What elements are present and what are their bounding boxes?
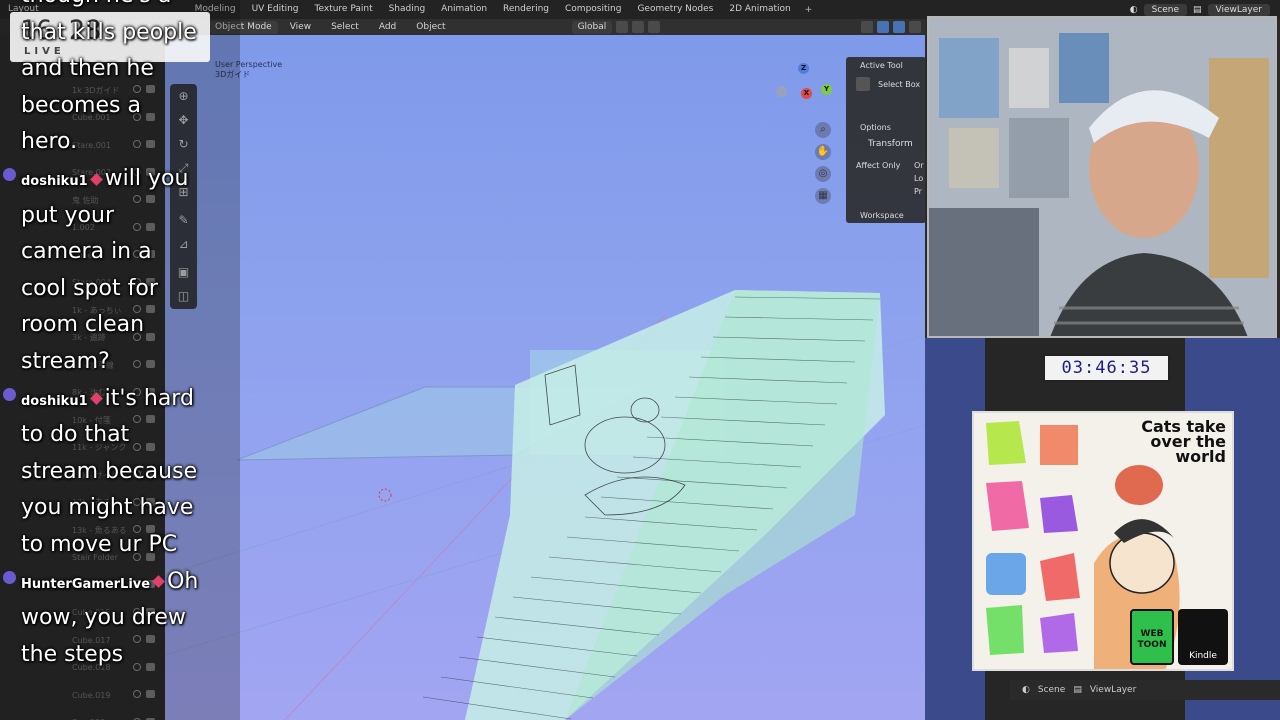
options-header[interactable]: Options (860, 123, 891, 132)
affect-locations-checkbox[interactable]: Lo (914, 174, 923, 183)
stream-timer: 03:46:35 (1043, 354, 1170, 382)
kindle-logo: Kindle (1178, 609, 1228, 665)
chat-line: though he's a (21, 0, 171, 8)
transform-header[interactable]: Transform (868, 139, 913, 149)
user-badge-icon (3, 387, 16, 401)
menu-object[interactable]: Object (408, 22, 453, 32)
sidebar-n-panel: Active Tool Select Box Options Transform… (846, 57, 926, 223)
workspace-header[interactable]: Workspace (860, 211, 904, 220)
heart-icon (89, 172, 103, 186)
gizmo-y-axis[interactable]: Y (821, 84, 832, 95)
chat-line: becomes a (21, 92, 141, 118)
chat-username[interactable]: doshiku1 (21, 174, 88, 189)
chat-username[interactable]: HunterGamerLive (21, 577, 150, 592)
chat-username[interactable]: doshiku1 (21, 394, 88, 409)
gizmo-x-axis[interactable]: X (801, 88, 812, 99)
user-badge-icon (3, 168, 16, 181)
3d-viewport[interactable]: User Perspective 3Dガイド (165, 35, 925, 720)
scene-name-field[interactable]: Scene (1143, 3, 1188, 16)
tab-compositing[interactable]: Compositing (557, 0, 629, 19)
affect-only-label: Affect Only (856, 161, 901, 170)
webcam-image (929, 18, 1275, 336)
chat-line: that kills people (21, 19, 197, 45)
tab-geometry-nodes[interactable]: Geometry Nodes (629, 0, 721, 19)
tab-rendering[interactable]: Rendering (495, 0, 557, 19)
scene-bar: ◐ Scene ▤ ViewLayer (1010, 680, 1280, 700)
webcam-feed (927, 16, 1277, 338)
camera-view-icon[interactable]: ◎ (815, 166, 831, 182)
promo-title: Cats take over the world (1141, 417, 1226, 466)
snap-icon[interactable] (632, 21, 645, 33)
tab-texture-paint[interactable]: Texture Paint (307, 0, 381, 19)
transform-orientation-dropdown[interactable]: Global (571, 20, 613, 34)
chat-line: the steps (21, 641, 124, 667)
select-box-icon[interactable] (856, 77, 870, 91)
webtoon-logo: WEB TOON (1130, 609, 1174, 665)
viewport-nav-buttons: ⌕ ✋ ◎ ▦ (815, 122, 833, 210)
navigation-gizmo[interactable]: Z X Y (770, 60, 835, 115)
heart-icon (152, 575, 165, 588)
chat-line: put your (21, 202, 114, 228)
chat-message-start: HunterGamerLive Oh (21, 569, 198, 594)
chat-line: to move ur PC (21, 532, 178, 557)
affect-origins-checkbox[interactable]: Or (914, 161, 924, 170)
overlay-toggle-icon[interactable] (893, 21, 905, 33)
scene-selector: ◐ Scene ▤ ViewLayer (1130, 0, 1270, 19)
viewlayer-field[interactable]: ViewLayer (1090, 685, 1136, 695)
chat-text: Oh (167, 568, 199, 594)
add-workspace-button[interactable]: + (799, 5, 819, 15)
active-tool-header[interactable]: Active Tool (860, 61, 903, 70)
stream-chat-overlay: 16:28 LIVE though he's athat kills peopl… (0, 0, 240, 720)
view-layer-field[interactable]: ViewLayer (1207, 3, 1270, 16)
proportional-edit-icon[interactable] (648, 21, 661, 33)
scene-field[interactable]: Scene (1038, 685, 1065, 695)
gizmo-z-axis[interactable]: Z (798, 63, 809, 74)
chat-line: and then he (21, 56, 154, 82)
chat-text: it's hard (104, 385, 194, 411)
chat-text: will you (104, 166, 189, 191)
chat-line: wow, you drew (21, 605, 186, 631)
heart-icon (89, 392, 103, 405)
chat-line: to do that (21, 422, 130, 448)
tab-2d-animation[interactable]: 2D Animation (721, 0, 798, 19)
pivot-icon[interactable] (616, 21, 629, 33)
ortho-grid-icon[interactable]: ▦ (815, 188, 831, 204)
scene-geometry (165, 290, 925, 720)
tab-animation[interactable]: Animation (433, 0, 495, 19)
menu-view[interactable]: View (282, 22, 319, 32)
user-badge-icon (3, 570, 16, 584)
tab-uv-editing[interactable]: UV Editing (244, 0, 307, 19)
comic-promo-card: Cats take over the world WEB TOON Kindle (972, 411, 1234, 671)
affect-parents-checkbox[interactable]: Pr (914, 187, 922, 196)
pan-hand-icon[interactable]: ✋ (815, 144, 831, 160)
menu-add[interactable]: Add (371, 22, 404, 32)
scene-selector-icon: ◐ (1129, 4, 1138, 15)
xray-icon[interactable] (909, 21, 921, 33)
viewlayer-icon: ▤ (1073, 685, 1082, 695)
chat-message-start: doshiku1 will you (21, 166, 188, 191)
visibility-icon[interactable] (861, 21, 873, 33)
zoom-icon[interactable]: ⌕ (815, 122, 831, 138)
viewport-header: Object Mode View Select Add Object Globa… (165, 19, 925, 35)
3d-cursor (378, 488, 392, 502)
select-box-label: Select Box (878, 80, 921, 89)
chat-line: camera in a (21, 239, 152, 265)
chat-line: cool spot for (21, 275, 158, 301)
menu-select[interactable]: Select (323, 22, 367, 32)
chat-message-start: doshiku1 it's hard (21, 386, 194, 411)
scene-icon: ◐ (1022, 685, 1030, 695)
chat-line: you might have (21, 495, 194, 521)
tab-shading[interactable]: Shading (381, 0, 434, 19)
chat-line: stream because (21, 458, 198, 484)
gizmo-neg-axis[interactable] (776, 86, 787, 97)
gizmo-toggle-icon[interactable] (877, 21, 889, 33)
chat-line: stream? (21, 349, 110, 374)
viewlayer-selector-icon: ▤ (1193, 4, 1202, 15)
chat-line: hero. (21, 129, 78, 155)
chat-line: room clean (21, 312, 145, 338)
